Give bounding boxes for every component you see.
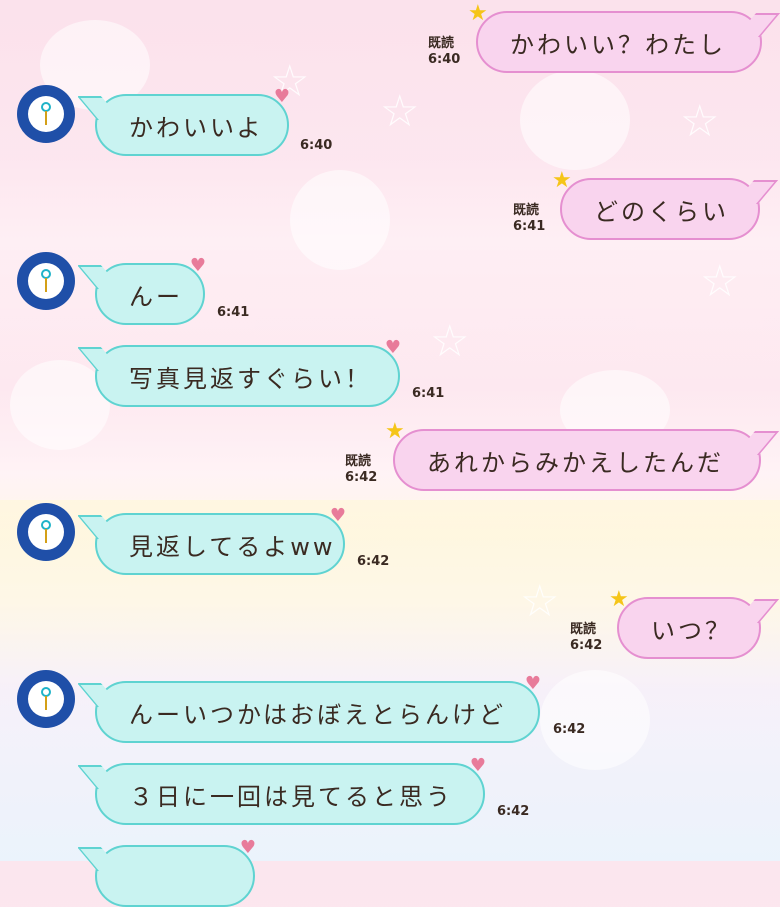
star-icon: ★ <box>552 168 575 193</box>
star-decoration-icon: ☆ <box>680 96 720 147</box>
message-text: どのくらい <box>594 197 729 226</box>
heart-icon: ♥ <box>189 255 209 276</box>
heart-icon: ♥ <box>329 505 349 526</box>
background-character <box>290 170 390 270</box>
message-meta: 既読 6:41 <box>513 203 545 235</box>
star-icon: ★ <box>385 419 408 444</box>
message-text: いつ？ <box>651 616 732 645</box>
avatar[interactable] <box>17 670 75 728</box>
message-bubble[interactable]: ★ あれからみかえしたんだ <box>385 421 761 491</box>
message-bubble[interactable]: ★ かわいい？わたし <box>468 3 762 73</box>
message-bubble[interactable]: ♥ 見返してるよww <box>95 507 346 575</box>
message-bubble[interactable]: ♥ んーいつかはおぼえとらんけど <box>95 675 541 743</box>
timestamp: 6:42 <box>497 804 530 819</box>
message-text: かわいいよ <box>129 113 264 142</box>
star-decoration-icon: ☆ <box>430 316 470 367</box>
message-text: かわいい？わたし <box>510 30 726 59</box>
star-icon: ★ <box>609 587 632 612</box>
heart-icon: ♥ <box>384 337 404 358</box>
message-bubble[interactable]: ★ どのくらい <box>552 170 760 240</box>
avatar[interactable] <box>17 85 75 143</box>
heart-icon: ♥ <box>469 755 489 776</box>
message-text: んー <box>129 282 183 311</box>
timestamp: 6:42 <box>357 554 390 569</box>
star-decoration-icon: ☆ <box>520 576 560 627</box>
message-meta: 既読 6:42 <box>570 622 602 654</box>
message-meta: 既読 6:42 <box>345 454 377 486</box>
message-bubble[interactable]: ♥ かわいいよ <box>95 88 290 156</box>
heart-icon: ♥ <box>239 837 259 858</box>
read-receipt: 既読 <box>513 203 540 218</box>
message-text: ３日に一回は見てると思う <box>129 782 453 811</box>
message-meta: 既読 6:40 <box>428 36 460 68</box>
background-character <box>540 670 650 770</box>
star-decoration-icon: ☆ <box>380 86 420 137</box>
message-bubble[interactable]: ♥ 写真見返すぐらい！ <box>95 339 401 407</box>
message-bubble[interactable]: ♥ んー <box>95 257 206 325</box>
message-bubble[interactable]: ♥ ３日に一回は見てると思う <box>95 757 486 825</box>
message-bubble-partial[interactable]: ♥ <box>95 839 256 907</box>
message-text: 写真見返すぐらい！ <box>129 364 372 393</box>
lightbulb-icon <box>28 263 64 299</box>
message-text: 見返してるよww <box>129 532 336 561</box>
lightbulb-icon <box>28 681 64 717</box>
timestamp: 6:42 <box>345 470 378 485</box>
heart-icon: ♥ <box>273 86 293 107</box>
avatar[interactable] <box>17 252 75 310</box>
message-text: あれからみかえしたんだ <box>427 448 724 477</box>
timestamp: 6:40 <box>428 52 461 67</box>
lightbulb-icon <box>28 96 64 132</box>
read-receipt: 既読 <box>345 454 372 469</box>
message-bubble[interactable]: ★ いつ？ <box>609 589 761 659</box>
timestamp: 6:41 <box>513 219 546 234</box>
timestamp: 6:41 <box>217 305 250 320</box>
heart-icon: ♥ <box>524 673 544 694</box>
background-character <box>520 70 630 170</box>
message-text: んーいつかはおぼえとらんけど <box>129 700 507 729</box>
star-icon: ★ <box>468 1 491 26</box>
timestamp: 6:41 <box>412 386 445 401</box>
timestamp: 6:42 <box>553 722 586 737</box>
read-receipt: 既読 <box>570 622 597 637</box>
avatar[interactable] <box>17 503 75 561</box>
read-receipt: 既読 <box>428 36 455 51</box>
star-decoration-icon: ☆ <box>700 256 740 307</box>
timestamp: 6:40 <box>300 138 333 153</box>
lightbulb-icon <box>28 514 64 550</box>
timestamp: 6:42 <box>570 638 603 653</box>
